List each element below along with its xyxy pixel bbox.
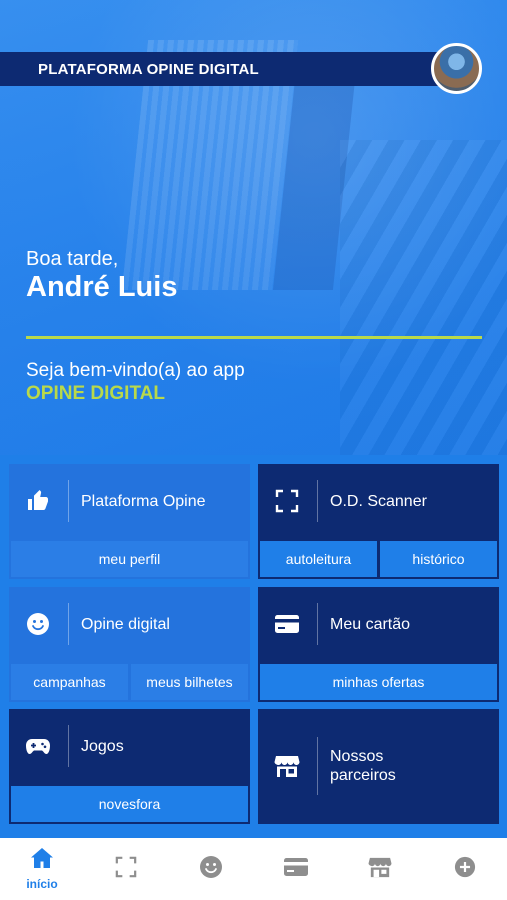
credit-card-icon <box>274 611 300 637</box>
nav-cartao[interactable] <box>254 838 338 900</box>
plus-circle-icon <box>454 856 476 883</box>
welcome-text: Seja bem-vindo(a) ao app <box>26 360 245 381</box>
smiley-icon <box>199 855 223 884</box>
smiley-icon <box>25 611 51 637</box>
nav-scanner[interactable] <box>84 838 168 900</box>
brand-name: OPINE DIGITAL <box>26 383 165 404</box>
card-label: Meu cartão <box>330 616 411 633</box>
user-name: André Luis <box>26 271 178 303</box>
nav-parceiros[interactable] <box>338 838 422 900</box>
scan-icon <box>274 488 300 514</box>
credit-card-icon <box>283 856 309 883</box>
nav-opine-digital[interactable] <box>169 838 253 900</box>
card-jogos[interactable]: Jogos novesfora <box>9 709 250 824</box>
divider <box>26 336 482 339</box>
meu-perfil-button[interactable]: meu perfil <box>11 541 248 577</box>
card-divider <box>317 737 318 795</box>
card-label: Jogos <box>81 738 124 755</box>
greeting-text: Boa tarde, <box>26 248 119 270</box>
app-title: PLATAFORMA OPINE DIGITAL <box>38 60 259 78</box>
card-label: Plataforma Opine <box>81 493 206 510</box>
nav-label: início <box>26 877 58 891</box>
scan-icon <box>115 856 137 883</box>
app-header: PLATAFORMA OPINE DIGITAL <box>0 52 445 86</box>
card-divider <box>68 603 69 645</box>
bottom-navigation: início <box>0 838 507 900</box>
card-label: O.D. Scanner <box>330 493 427 510</box>
historico-button[interactable]: histórico <box>380 541 497 577</box>
autoleitura-button[interactable]: autoleitura <box>260 541 377 577</box>
card-opine-digital[interactable]: Opine digital campanhas meus bilhetes <box>9 587 250 702</box>
store-icon <box>274 753 300 779</box>
thumbs-up-icon <box>25 488 51 514</box>
card-plataforma-opine[interactable]: Plataforma Opine meu perfil <box>9 464 250 579</box>
gamepad-icon <box>25 733 51 759</box>
card-divider <box>68 725 69 767</box>
nav-mais[interactable] <box>423 838 507 900</box>
campanhas-button[interactable]: campanhas <box>11 664 128 700</box>
card-label: Nossos parceiros <box>330 748 396 784</box>
nav-inicio[interactable]: início <box>0 838 84 900</box>
card-od-scanner[interactable]: O.D. Scanner autoleitura histórico <box>258 464 499 579</box>
store-icon <box>368 856 392 883</box>
novesfora-button[interactable]: novesfora <box>11 786 248 822</box>
card-nossos-parceiros[interactable]: Nossos parceiros <box>258 709 499 824</box>
avatar[interactable] <box>431 43 482 94</box>
card-divider <box>68 480 69 522</box>
card-label: Opine digital <box>81 616 170 633</box>
card-divider <box>317 480 318 522</box>
card-meu-cartao[interactable]: Meu cartão minhas ofertas <box>258 587 499 702</box>
card-divider <box>317 603 318 645</box>
home-icon <box>30 847 54 874</box>
minhas-ofertas-button[interactable]: minhas ofertas <box>260 664 497 700</box>
meus-bilhetes-button[interactable]: meus bilhetes <box>131 664 248 700</box>
